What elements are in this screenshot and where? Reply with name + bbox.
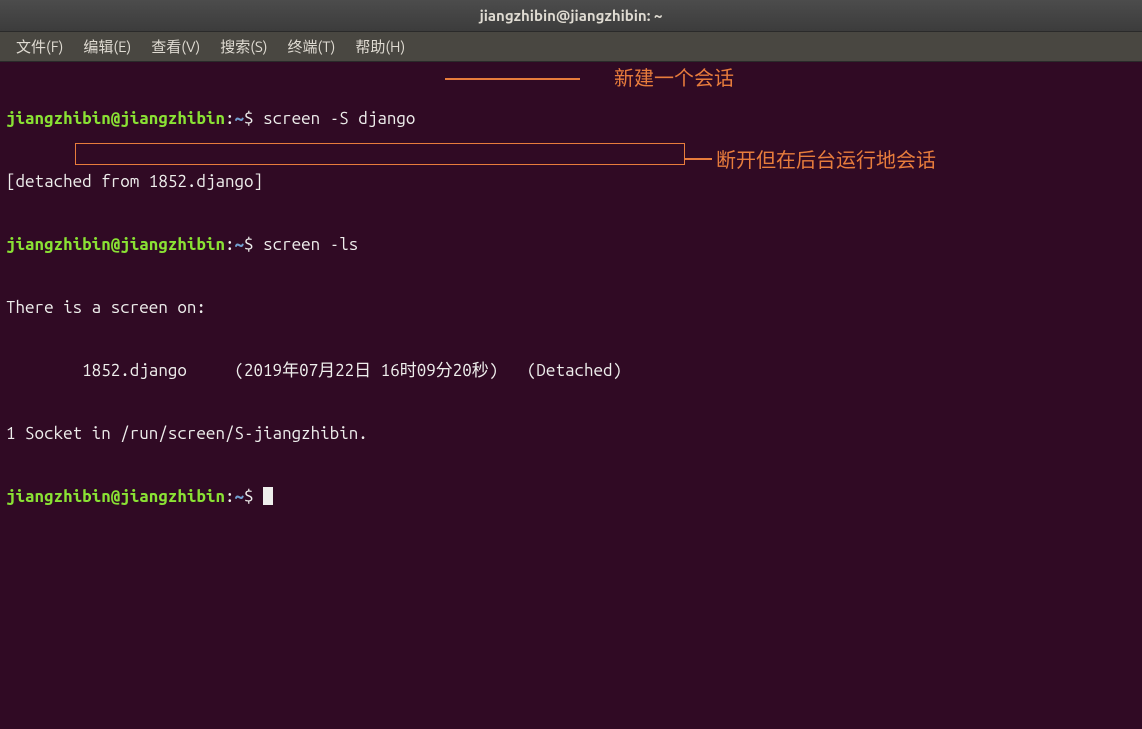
menu-file[interactable]: 文件(F) — [6, 32, 73, 61]
prompt-user: jiangzhibin@jiangzhibin — [6, 235, 225, 254]
command-3 — [254, 487, 264, 506]
prompt-colon: : — [225, 487, 235, 506]
prompt-user: jiangzhibin@jiangzhibin — [6, 109, 225, 128]
prompt-colon: : — [225, 109, 235, 128]
annotation-connector-2 — [685, 158, 712, 160]
annotation-box-2 — [75, 143, 685, 165]
command-2: screen -ls — [254, 235, 359, 254]
terminal-area[interactable]: jiangzhibin@jiangzhibin:~$ screen -S dja… — [0, 62, 1142, 729]
terminal-line-6: 1 Socket in /run/screen/S-jiangzhibin. — [6, 423, 1136, 444]
menu-view[interactable]: 查看(V) — [141, 32, 210, 61]
menu-terminal[interactable]: 终端(T) — [278, 32, 346, 61]
terminal-line-5: 1852.django (2019年07月22日 16时09分20秒) (Det… — [6, 360, 1136, 381]
annotation-label-1: 新建一个会话 — [614, 66, 734, 87]
terminal-line-2: [detached from 1852.django] — [6, 171, 1136, 192]
menu-search[interactable]: 搜索(S) — [210, 32, 277, 61]
menu-help[interactable]: 帮助(H) — [345, 32, 415, 61]
terminal-line-3: jiangzhibin@jiangzhibin:~$ screen -ls — [6, 234, 1136, 255]
prompt-dollar: $ — [244, 109, 254, 128]
cursor-icon — [263, 487, 273, 505]
menubar: 文件(F) 编辑(E) 查看(V) 搜索(S) 终端(T) 帮助(H) — [0, 32, 1142, 62]
prompt-path: ~ — [235, 235, 245, 254]
annotation-connector-1 — [445, 78, 580, 80]
window-titlebar: jiangzhibin@jiangzhibin: ~ — [0, 0, 1142, 32]
prompt-dollar: $ — [244, 487, 254, 506]
menu-edit[interactable]: 编辑(E) — [73, 32, 141, 61]
prompt-colon: : — [225, 235, 235, 254]
prompt-path: ~ — [235, 487, 245, 506]
terminal-line-4: There is a screen on: — [6, 297, 1136, 318]
prompt-user: jiangzhibin@jiangzhibin — [6, 487, 225, 506]
command-1: screen -S django — [254, 109, 416, 128]
window-title: jiangzhibin@jiangzhibin: ~ — [480, 7, 663, 24]
prompt-path: ~ — [235, 109, 245, 128]
terminal-line-1: jiangzhibin@jiangzhibin:~$ screen -S dja… — [6, 108, 1136, 129]
terminal-line-7: jiangzhibin@jiangzhibin:~$ — [6, 486, 1136, 507]
annotation-label-2: 断开但在后台运行地会话 — [716, 148, 936, 169]
prompt-dollar: $ — [244, 235, 254, 254]
